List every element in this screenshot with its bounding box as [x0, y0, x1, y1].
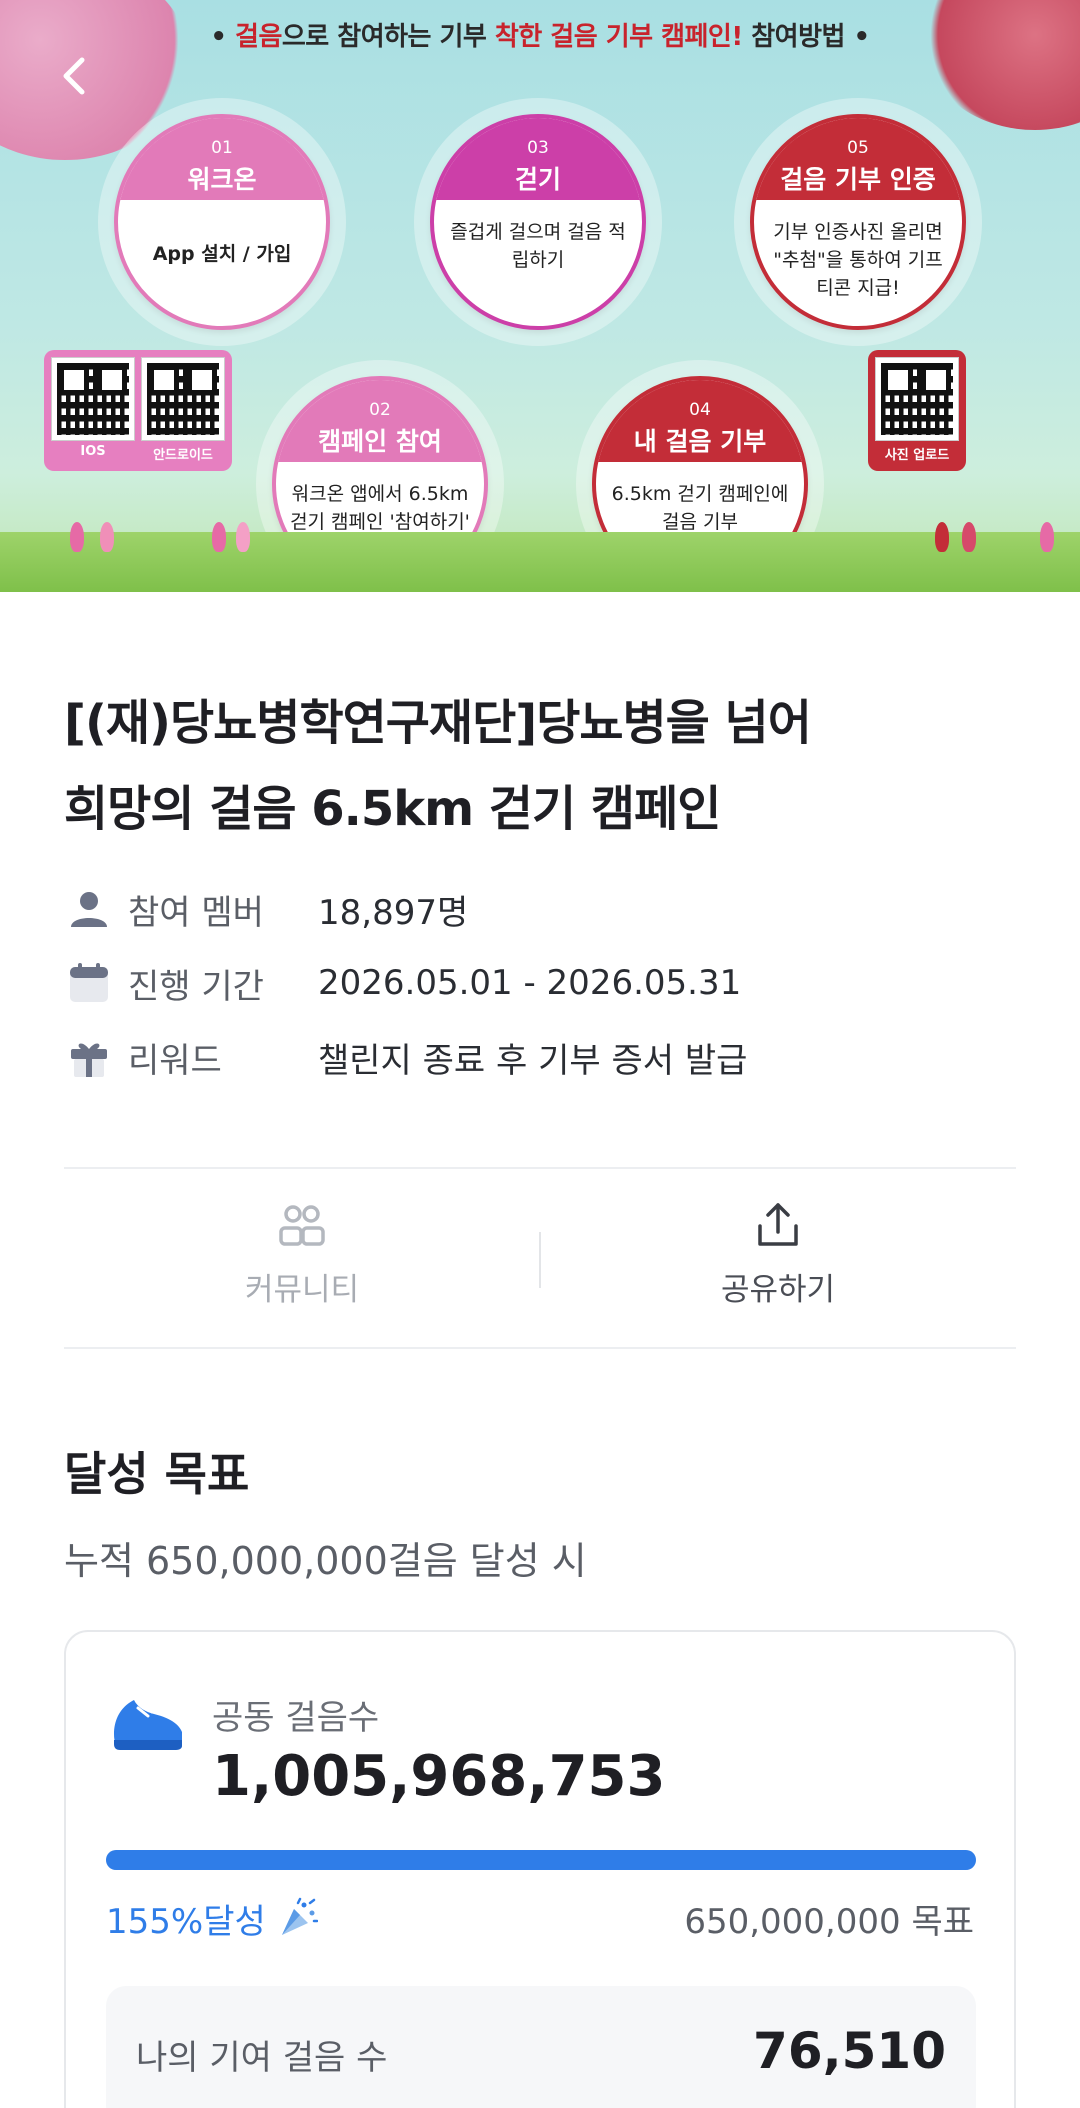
step-title: 내 걸음 기부	[633, 427, 767, 456]
qr-code-image	[141, 357, 225, 441]
banner-headline-part: 으로 참여하는 기부	[281, 22, 495, 52]
step-body: 워크온 앱에서 6.5km 걷기 캠페인 '참여하기'	[290, 483, 470, 533]
divider	[64, 1347, 1016, 1349]
share-label: 공유하기	[720, 1272, 836, 1308]
goal-section-title: 달성 목표	[64, 1447, 250, 1501]
goal-progress-fill	[106, 1850, 976, 1870]
my-contribution-value: 76,510	[753, 2022, 946, 2080]
info-row-reward: 리워드 챌린지 종료 후 기부 증서 발급	[64, 1032, 747, 1082]
flower-decoration	[100, 522, 114, 552]
banner-step-03: 03 걷기 즐겁게 걸으며 걸음 적립하기	[430, 114, 646, 330]
my-contribution-label: 나의 기여 걸음 수	[136, 2038, 388, 2078]
gift-icon	[64, 1032, 114, 1082]
group-steps-label: 공동 걸음수	[212, 1698, 380, 1738]
info-value: 2026.05.01 - 2026.05.31	[318, 963, 742, 1003]
flower-decoration	[1040, 522, 1054, 552]
share-button[interactable]: 공유하기	[540, 1200, 1016, 1324]
campaign-title-line: 희망의 걸음 6.5km 걷기 캠페인	[64, 781, 721, 837]
campaign-title-line: [(재)당뇨병학연구재단]당뇨병을 넘어	[64, 695, 812, 751]
chevron-left-icon	[63, 57, 85, 95]
banner-headline: • 걸음으로 참여하는 기부 착한 걸음 기부 캠페인! 참여방법 •	[0, 16, 1080, 53]
goal-card: 공동 걸음수 1,005,968,753 155%달성 650,000,000 …	[64, 1630, 1016, 2108]
community-button[interactable]: 커뮤니티	[64, 1200, 540, 1324]
share-icon	[758, 1203, 798, 1246]
banner-step-01: 01 워크온 App 설치 / 가입	[114, 114, 330, 330]
step-body: 즐겁게 걸으며 걸음 적립하기	[450, 221, 626, 271]
step-number: 01	[211, 138, 233, 158]
info-label: 리워드	[128, 1040, 222, 1081]
info-row-members: 참여 멤버 18,897명	[64, 884, 468, 934]
flower-decoration	[935, 522, 949, 552]
my-contribution-box: 나의 기여 걸음 수 76,510	[106, 1986, 976, 2108]
qr-code-image	[51, 357, 135, 441]
step-title: 캠페인 참여	[318, 427, 442, 456]
group-steps-value: 1,005,968,753	[212, 1744, 666, 1809]
step-number: 02	[369, 400, 391, 420]
step-body: 기부 인증사진 올리면 "추첨"을 통하여 기프티콘 지급!	[773, 221, 943, 299]
divider	[64, 1167, 1016, 1169]
banner-headline-part: 착한 걸음 기부 캠페인!	[494, 22, 743, 52]
community-label: 커뮤니티	[244, 1272, 360, 1308]
campaign-title: [(재)당뇨병학연구재단]당뇨병을 넘어 희망의 걸음 6.5km 걷기 캠페인	[64, 680, 1024, 852]
person-icon	[64, 884, 114, 934]
banner-headline-part: 걸음	[235, 22, 282, 52]
calendar-icon	[64, 958, 114, 1008]
step-number: 03	[527, 138, 549, 158]
qr-card-install: IOS 안드로이드	[44, 350, 232, 471]
banner-headline-part: 참여방법 •	[742, 22, 870, 52]
goal-progress-bar	[106, 1850, 976, 1870]
qr-label: 안드로이드	[153, 448, 213, 463]
info-label: 진행 기간	[128, 966, 264, 1007]
banner-headline-part: •	[210, 22, 236, 52]
info-value: 챌린지 종료 후 기부 증서 발급	[318, 1040, 748, 1081]
qr-code-image	[875, 357, 959, 441]
info-value: 18,897명	[318, 892, 469, 933]
back-button[interactable]	[52, 52, 100, 100]
flower-decoration	[212, 522, 226, 552]
step-title: 걷기	[514, 165, 561, 194]
qr-label: 사진 업로드	[884, 448, 950, 463]
campaign-banner: • 걸음으로 참여하는 기부 착한 걸음 기부 캠페인! 참여방법 • 01 워…	[0, 0, 1080, 592]
qr-card-upload: 사진 업로드	[868, 350, 966, 471]
step-title: 워크온	[187, 165, 257, 194]
step-number: 04	[689, 400, 711, 420]
info-label: 참여 멤버	[128, 892, 264, 933]
banner-step-05: 05 걸음 기부 인증 기부 인증사진 올리면 "추첨"을 통하여 기프티콘 지…	[750, 114, 966, 330]
flower-decoration	[70, 522, 84, 552]
flower-decoration	[962, 522, 976, 552]
step-body: 6.5km 걷기 캠페인에 걸음 기부	[611, 483, 789, 533]
party-popper-icon	[281, 1897, 318, 1935]
info-row-period: 진행 기간 2026.05.01 - 2026.05.31	[64, 958, 741, 1008]
step-body: App 설치 / 가입	[152, 243, 292, 265]
step-title: 걸음 기부 인증	[780, 165, 936, 194]
step-number: 05	[847, 138, 869, 158]
community-icon	[279, 1205, 325, 1246]
qr-label: IOS	[80, 444, 106, 459]
goal-subtitle: 누적 650,000,000걸음 달성 시	[64, 1539, 587, 1583]
sneaker-icon	[108, 1688, 188, 1762]
banner-ground	[0, 532, 1080, 592]
achievement-percent: 155%달성	[106, 1894, 318, 1943]
achievement-percent-label: 155%달성	[106, 1902, 266, 1942]
flower-decoration	[236, 522, 250, 552]
goal-target: 650,000,000 목표	[684, 1902, 974, 1942]
